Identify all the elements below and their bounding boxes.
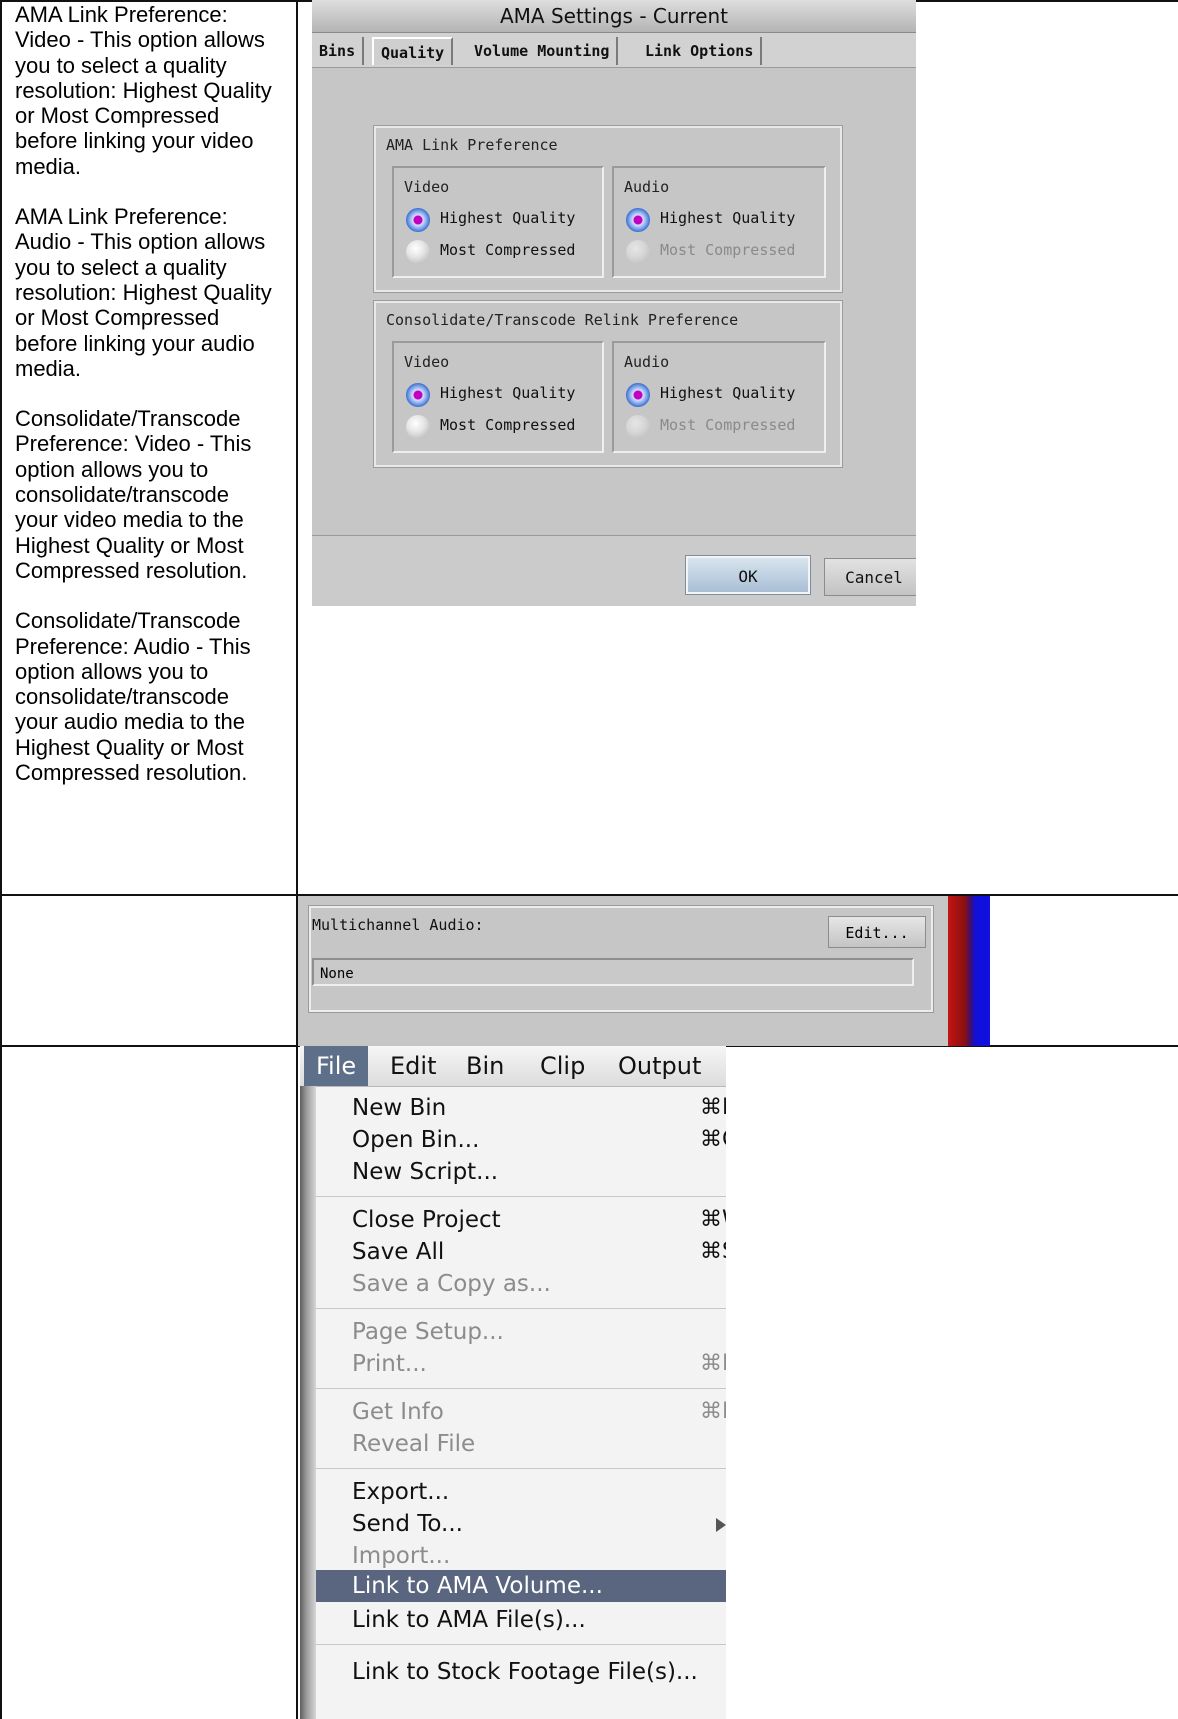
menu-item-new-script[interactable]: New Script... <box>316 1156 726 1188</box>
description-cell: AMA Link Preference: Video - This option… <box>15 2 275 810</box>
menu-item-save-a-copy-as: Save a Copy as... <box>352 1271 551 1297</box>
menu-separator <box>316 1308 726 1309</box>
tab-volume-mounting[interactable]: Volume Mounting <box>467 37 619 65</box>
video-subgroup: Video Highest Quality Most Compressed <box>392 341 604 453</box>
menu-item-link-to-ama-files[interactable]: Link to AMA File(s)... <box>316 1604 726 1636</box>
menu-file[interactable]: File <box>304 1046 369 1086</box>
tab-link-options[interactable]: Link Options <box>638 37 763 65</box>
menu-item-print: Print...⌘P <box>352 1351 726 1377</box>
cancel-button[interactable]: Cancel <box>824 558 916 596</box>
consolidate-transcode-preference-group: Consolidate/Transcode Relink Preference … <box>373 300 843 468</box>
radio-selected-icon <box>626 208 650 232</box>
radio-unselected-icon <box>406 415 430 439</box>
description-consolidate-audio: Consolidate/Transcode Preference: Audio … <box>15 608 251 786</box>
menu-item-close-project[interactable]: Close Project⌘W <box>316 1204 726 1236</box>
tab-bar: Bins Quality Volume Mounting Link Option… <box>312 33 916 68</box>
menu-edit[interactable]: Edit <box>378 1046 448 1086</box>
radio-selected-icon <box>406 208 430 232</box>
table-column-divider <box>296 0 298 1719</box>
radio-label: Highest Quality <box>660 209 796 227</box>
submenu-arrow-icon <box>716 1518 726 1532</box>
menu-item-new-bin[interactable]: New Bin⌘N <box>316 1092 726 1124</box>
radio-label: Highest Quality <box>660 384 796 402</box>
menu-item-link-to-ama-volume[interactable]: Link to AMA Volume... <box>316 1570 726 1602</box>
menu-bar: File Edit Bin Clip Output <box>300 1046 726 1087</box>
multichannel-audio-panel: Multichannel Audio: Edit... None <box>298 896 948 1046</box>
subgroup-title: Video <box>404 353 450 371</box>
menu-separator <box>316 1388 726 1389</box>
tab-bins[interactable]: Bins <box>312 37 365 65</box>
radio-label: Most Compressed <box>660 416 796 434</box>
menu-item-save-all[interactable]: Save All⌘S <box>316 1236 726 1268</box>
radio-disabled-icon <box>626 415 650 439</box>
edit-button[interactable]: Edit... <box>828 916 926 948</box>
subgroup-title: Audio <box>624 353 670 371</box>
multichannel-field[interactable]: None <box>312 958 914 986</box>
radio-label: Highest Quality <box>440 209 576 227</box>
radio-selected-icon <box>406 383 430 407</box>
radio-label: Most Compressed <box>660 241 796 259</box>
multichannel-label: Multichannel Audio: <box>312 916 484 934</box>
description-consolidate-video: Consolidate/Transcode Preference: Video … <box>15 406 252 583</box>
file-menu-screenshot: File Edit Bin Clip Output New Bin⌘N Open… <box>300 1046 726 1719</box>
quality-tab-panel: AMA Link Preference Video Highest Qualit… <box>312 68 916 535</box>
menu-item-open-bin[interactable]: Open Bin...⌘O <box>316 1124 726 1156</box>
menu-separator <box>316 1196 726 1197</box>
menu-clip[interactable]: Clip <box>528 1046 597 1086</box>
menu-item-link-to-stock-footage[interactable]: Link to Stock Footage File(s)... <box>316 1656 726 1688</box>
menu-item-export[interactable]: Export... <box>316 1476 726 1508</box>
radio-label: Highest Quality <box>440 384 576 402</box>
color-strip <box>948 896 990 1046</box>
tab-quality[interactable]: Quality <box>372 37 454 65</box>
radio-label: Most Compressed <box>440 241 576 259</box>
video-subgroup: Video Highest Quality Most Compressed <box>392 166 604 278</box>
dialog-title: AMA Settings - Current <box>312 0 916 33</box>
menu-bin[interactable]: Bin <box>454 1046 516 1086</box>
description-ama-video: AMA Link Preference: Video - This option… <box>15 2 272 179</box>
ama-settings-dialog: AMA Settings - Current Bins Quality Volu… <box>312 0 916 606</box>
menu-item-reveal-file: Reveal File <box>352 1431 476 1457</box>
subgroup-title: Video <box>404 178 450 196</box>
menu-separator <box>316 1468 726 1469</box>
audio-subgroup: Audio Highest Quality Most Compressed <box>612 341 826 453</box>
ama-link-preference-group: AMA Link Preference Video Highest Qualit… <box>373 125 843 293</box>
table-border-left <box>0 0 2 1719</box>
audio-subgroup: Audio Highest Quality Most Compressed <box>612 166 826 278</box>
ok-button[interactable]: OK <box>685 555 811 595</box>
menu-item-page-setup: Page Setup... <box>352 1319 504 1345</box>
radio-unselected-icon <box>406 240 430 264</box>
menu-left-edge <box>300 1086 316 1719</box>
description-ama-audio: AMA Link Preference: Audio - This option… <box>15 204 272 381</box>
group-title: AMA Link Preference <box>386 136 558 154</box>
menu-output[interactable]: Output <box>606 1046 713 1086</box>
menu-item-import: Import... <box>352 1543 451 1569</box>
radio-selected-icon <box>626 383 650 407</box>
dialog-footer: OK Cancel <box>312 535 916 606</box>
radio-label: Most Compressed <box>440 416 576 434</box>
menu-item-send-to[interactable]: Send To... <box>316 1508 726 1540</box>
subgroup-title: Audio <box>624 178 670 196</box>
group-title: Consolidate/Transcode Relink Preference <box>386 311 739 329</box>
radio-disabled-icon <box>626 240 650 264</box>
menu-item-get-info: Get Info ⌘I <box>352 1399 726 1425</box>
menu-separator <box>316 1644 726 1645</box>
